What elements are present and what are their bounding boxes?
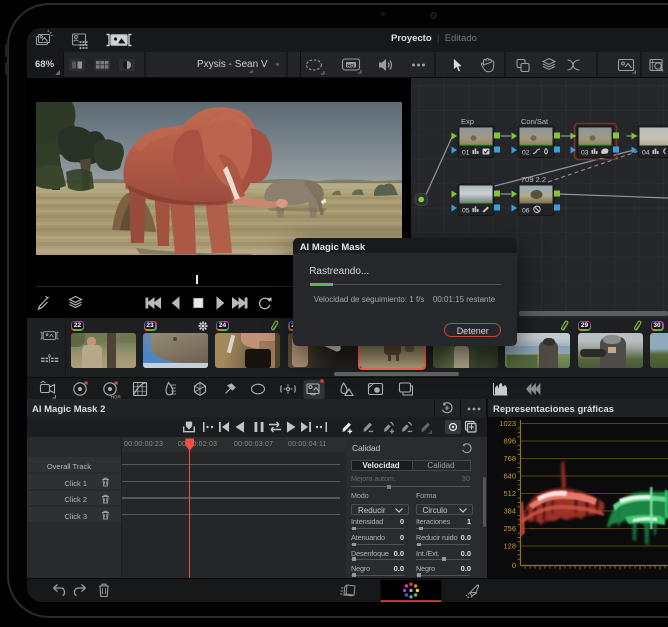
svg-text:01: 01	[462, 150, 470, 157]
svg-text:256: 256	[503, 524, 516, 533]
svg-text:0: 0	[512, 561, 516, 570]
svg-text:512: 512	[503, 489, 516, 498]
svg-text:768: 768	[503, 454, 516, 463]
svg-text:640: 640	[503, 472, 516, 481]
svg-text:05: 05	[462, 208, 470, 215]
svg-text:128: 128	[503, 542, 516, 551]
svg-text:02: 02	[522, 150, 530, 157]
svg-text:896: 896	[503, 437, 516, 446]
svg-text:03: 03	[581, 150, 589, 157]
svg-text:Exp: Exp	[461, 117, 474, 126]
svg-text:Con/Sat: Con/Sat	[521, 117, 549, 126]
svg-text:709 2.2: 709 2.2	[521, 175, 546, 184]
svg-text:1023: 1023	[499, 419, 516, 428]
svg-text:04: 04	[642, 150, 650, 157]
svg-text:384: 384	[503, 507, 516, 516]
svg-text:HQ: HQ	[347, 63, 354, 69]
svg-text:06: 06	[522, 208, 530, 215]
